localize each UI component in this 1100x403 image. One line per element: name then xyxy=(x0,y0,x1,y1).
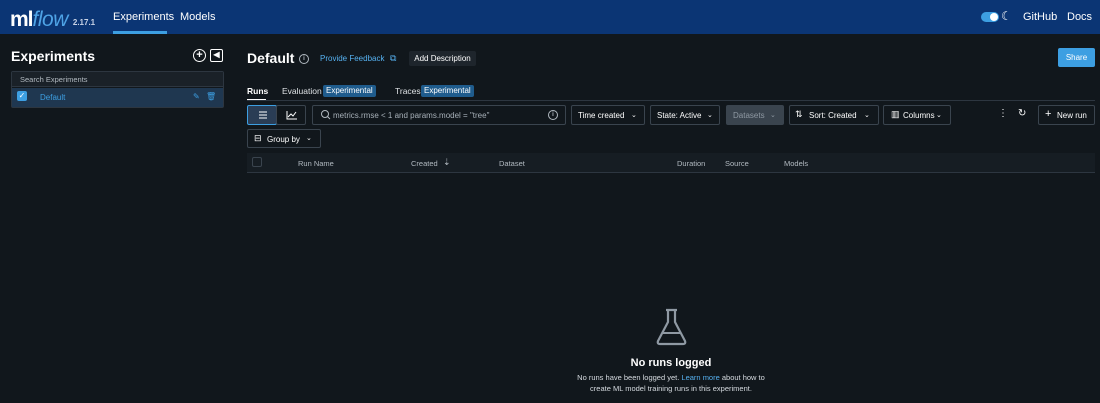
search-icon xyxy=(321,110,331,120)
group-by-label: Group by xyxy=(267,135,300,144)
edit-pencil-icon[interactable]: ✎ xyxy=(193,93,201,101)
sort-label: Sort: Created xyxy=(809,111,857,120)
nav-experiments-link[interactable]: Experiments xyxy=(113,0,174,34)
nav-github-link[interactable]: GitHub xyxy=(1023,0,1057,34)
beaker-icon xyxy=(656,308,687,346)
select-all-checkbox[interactable] xyxy=(252,157,262,167)
learn-more-link[interactable]: Learn more xyxy=(681,373,719,382)
empty-state-title: No runs logged xyxy=(630,357,712,369)
nav-docs-link[interactable]: Docs xyxy=(1067,0,1092,34)
version-label: 2.17.1 xyxy=(72,18,96,27)
tab-traces[interactable]: Traces xyxy=(395,86,421,96)
list-icon xyxy=(259,111,267,119)
experiment-name-default[interactable]: Default xyxy=(40,93,65,102)
create-experiment-button[interactable]: + xyxy=(193,49,206,62)
experimental-badge: Experimental xyxy=(323,85,376,97)
empty-state-description: No runs have been logged yet. Learn more… xyxy=(563,372,779,394)
column-header-created[interactable]: Created xyxy=(411,159,438,168)
chevron-down-icon: ⌄ xyxy=(631,112,637,119)
nav-models-link[interactable]: Models xyxy=(180,0,215,34)
sort-icon: ⇅ xyxy=(795,109,803,119)
group-by-icon: ⊟ xyxy=(254,133,262,143)
column-header-source[interactable]: Source xyxy=(725,159,749,168)
search-placeholder: metrics.rmse < 1 and params.model = "tre… xyxy=(333,111,490,120)
chevron-down-icon: ⌄ xyxy=(306,135,312,142)
moon-icon: ☾ xyxy=(1001,9,1012,23)
info-icon[interactable]: i xyxy=(299,54,309,64)
search-info-icon[interactable]: i xyxy=(548,110,558,120)
time-created-label: Time created xyxy=(578,111,625,120)
dark-mode-toggle[interactable] xyxy=(981,12,999,22)
provide-feedback-link[interactable]: Provide Feedback xyxy=(320,54,384,63)
page-title: Default xyxy=(247,50,295,66)
sort-descending-icon[interactable]: ⇣ xyxy=(443,157,451,168)
datasets-label: Datasets xyxy=(733,111,765,120)
add-description-button[interactable]: Add Description xyxy=(409,51,476,66)
sidebar-title: Experiments xyxy=(11,48,96,64)
columns-label: Columns xyxy=(903,111,935,120)
empty-desc-text-3: create ML model training runs in this ex… xyxy=(590,384,752,393)
plus-icon: + xyxy=(1045,108,1052,120)
experiment-checkbox[interactable]: ✓ xyxy=(17,91,27,101)
column-header-dataset[interactable]: Dataset xyxy=(499,159,525,168)
chevron-down-icon: ⌄ xyxy=(707,112,713,119)
empty-desc-text: No runs have been logged yet. xyxy=(577,373,682,382)
runs-table-header xyxy=(247,153,1095,173)
chart-line-icon xyxy=(286,111,297,120)
column-header-duration[interactable]: Duration xyxy=(677,159,705,168)
chevron-down-icon: ⌄ xyxy=(936,112,942,119)
tab-evaluation[interactable]: Evaluation xyxy=(282,86,322,96)
table-view-button[interactable] xyxy=(247,105,277,125)
share-button[interactable]: Share xyxy=(1058,48,1095,67)
columns-icon: ▥ xyxy=(891,109,900,119)
more-options-icon[interactable]: ⋮ xyxy=(998,108,1008,119)
collapse-sidebar-button[interactable]: ◀ xyxy=(210,49,223,62)
delete-trash-icon[interactable]: 🗑 xyxy=(206,93,216,101)
chevron-down-icon: ⌄ xyxy=(864,112,870,119)
column-header-run-name[interactable]: Run Name xyxy=(298,159,334,168)
logo-flow-text: flow xyxy=(32,8,69,31)
chart-view-button[interactable] xyxy=(276,105,306,125)
new-run-label: New run xyxy=(1057,111,1087,120)
experimental-badge: Experimental xyxy=(421,85,474,97)
column-header-models[interactable]: Models xyxy=(784,159,808,168)
empty-desc-text-2: about how to xyxy=(719,373,765,382)
tabs-divider xyxy=(247,100,1095,101)
top-navigation-bar: ml flow 2.17.1 Experiments Models ☾ GitHu… xyxy=(0,0,1100,34)
refresh-icon[interactable]: ↻ xyxy=(1018,108,1026,119)
external-link-icon[interactable]: ⧉ xyxy=(390,53,400,63)
state-filter-label: State: Active xyxy=(657,111,702,120)
mlflow-logo[interactable]: ml flow 2.17.1 xyxy=(10,4,95,30)
tab-runs[interactable]: Runs xyxy=(247,86,268,96)
logo-ml-text: ml xyxy=(10,8,33,31)
search-experiments-input[interactable]: Search Experiments xyxy=(12,72,223,87)
chevron-down-icon: ⌄ xyxy=(770,112,776,119)
